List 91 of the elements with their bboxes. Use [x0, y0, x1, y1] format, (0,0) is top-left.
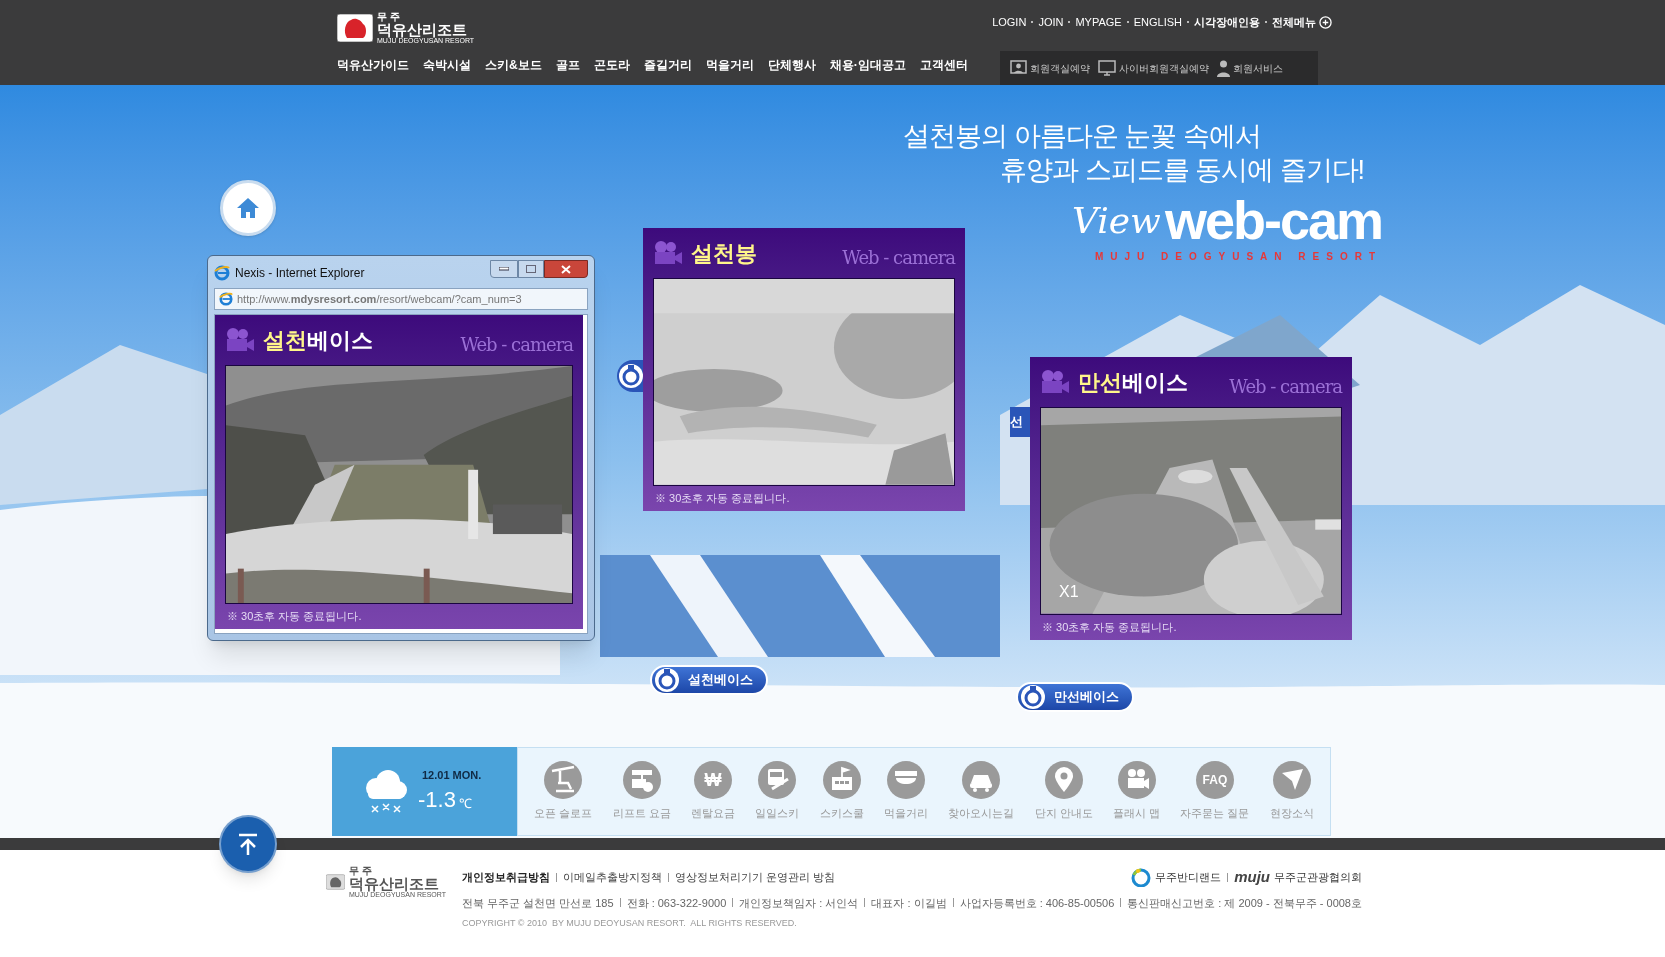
school-flag-icon — [822, 761, 861, 800]
map-pin-icon — [1044, 761, 1083, 800]
nav-item[interactable]: 고객센터 — [919, 56, 968, 74]
nav-item[interactable]: 곤도라 — [593, 56, 630, 74]
nav-item[interactable]: 단체행사 — [767, 56, 816, 74]
weather-date: 12.01 MON. — [422, 767, 482, 783]
headline: 설천봉의 아름다운 눈꽃 속에서 — [903, 120, 1262, 153]
policy-link[interactable]: 개인정보취급방침 — [462, 869, 550, 886]
browser-icon — [219, 292, 233, 306]
logo-small-text: 무 주 — [348, 866, 373, 876]
partner-link[interactable]: muju 무주군관광협의회 — [1234, 866, 1362, 889]
url-text: http://www.mdysresort.com/resort/webcam/?cam_num=3 — [237, 291, 522, 307]
monitor-icon — [1098, 60, 1116, 76]
top-link[interactable]: 시각장애인용 — [1194, 14, 1260, 31]
top-link[interactable]: JOIN — [1038, 14, 1064, 31]
logo-word: web-cam — [1164, 193, 1382, 247]
webcam-title: 만선베이스 — [1078, 368, 1188, 397]
video-camera-icon — [225, 327, 255, 353]
logo-script-text: View — [1071, 203, 1161, 239]
location-tab[interactable]: 선 — [1010, 407, 1030, 437]
person-screen-icon — [1010, 60, 1027, 76]
member-link[interactable]: 회원객실예약 — [1010, 60, 1090, 76]
movie-camera-icon — [1117, 761, 1156, 800]
nav-item[interactable]: 덕유산가이드 — [337, 56, 409, 74]
auto-close-notice: ※ 30초후 자동 종료됩니다. — [654, 490, 791, 506]
member-link[interactable]: 사이버회원객실예약 — [1098, 60, 1209, 76]
logo-name: 덕유산리조트 — [348, 876, 440, 891]
close-icon — [561, 264, 571, 274]
zoom-level-text: X1 — [1059, 581, 1079, 602]
browser-icon — [214, 265, 230, 281]
paper-plane-icon — [1272, 761, 1311, 800]
video-camera-icon — [653, 240, 683, 266]
logo-icon — [337, 14, 373, 42]
won-sign-icon: ₩ — [693, 761, 732, 800]
plus-circle-icon[interactable] — [1319, 15, 1332, 29]
nav-item[interactable]: 스키&보드 — [485, 56, 542, 74]
partner-link[interactable]: 무주반디랜드 — [1131, 867, 1222, 888]
window-title: Nexis - Internet Explorer — [235, 265, 365, 282]
logo-subtitle: MUJU DEOGYUSAN RESORT — [1095, 250, 1382, 264]
top-link[interactable]: MYPAGE — [1075, 14, 1122, 31]
maximize-button[interactable] — [518, 260, 544, 278]
faq-icon: FAQ — [1195, 761, 1234, 800]
minimize-button[interactable] — [490, 260, 518, 278]
nav-item[interactable]: 먹을거리 — [705, 56, 754, 74]
location-button[interactable]: 설천베이스 — [650, 665, 768, 695]
cable-car-icon — [622, 761, 661, 800]
bowl-icon — [886, 761, 925, 800]
headline: 휴양과 스피드를 동시에 즐기다! — [1000, 154, 1364, 187]
company-info: 전북 무주군 설천면 만선로 185 — [462, 895, 614, 911]
auto-close-notice: ※ 30초후 자동 종료됩니다. — [226, 609, 363, 625]
minimize-icon — [499, 267, 509, 271]
temperature-unit: ℃ — [458, 794, 472, 813]
logo-small-text: 무 주 — [377, 12, 401, 22]
firefly-logo-icon — [1131, 867, 1152, 888]
nav-item[interactable]: 숙박시설 — [423, 56, 471, 74]
top-link[interactable]: 전체메뉴 — [1272, 14, 1316, 31]
camera-lens-icon — [654, 667, 680, 693]
car-icon — [962, 761, 1001, 800]
webcam-brand: Web - camera — [842, 245, 955, 270]
scroll-top-button[interactable] — [219, 815, 277, 873]
webcam-brand: Web - camera — [1229, 374, 1342, 399]
auto-close-notice: ※ 30초후 자동 종료됩니다. — [1041, 619, 1178, 635]
person-icon — [1217, 59, 1230, 77]
maximize-icon — [526, 265, 536, 273]
arrow-up-icon — [237, 832, 259, 856]
temperature: -1.3 — [418, 786, 456, 815]
camera-lens-icon — [618, 363, 644, 389]
company-info: 사업자등록번호 : 406-85-00506 — [959, 895, 1115, 911]
webcam-title: 설천봉 — [691, 239, 757, 268]
company-info: 전화 : 063-322-9000 — [626, 895, 727, 911]
home-icon — [236, 197, 260, 219]
company-info: 대표자 : 이길범 — [871, 895, 947, 911]
video-camera-icon — [1040, 369, 1070, 395]
nav-item[interactable]: 채용·임대공고 — [829, 56, 906, 74]
copyright: COPYRIGHT © 2010 BY MUJU DEOYUSAN RESORT. ALL RIGHTS RESERVED. — [462, 917, 798, 930]
webcam-title: 설천베이스 — [263, 326, 373, 355]
location-button[interactable]: 만선베이스 — [1016, 682, 1134, 712]
chairlift-icon — [544, 761, 583, 800]
logo-name: 덕유산리조트 — [377, 22, 468, 37]
top-link[interactable]: ENGLISH — [1133, 14, 1182, 31]
top-link[interactable]: LOGIN — [992, 14, 1027, 31]
camera-lens-icon — [1020, 684, 1046, 710]
nav-item[interactable]: 즐길거리 — [643, 56, 692, 74]
webcam-brand: Web - camera — [460, 332, 573, 357]
policy-link[interactable]: 이메일추출방지정책 — [563, 869, 662, 886]
company-info: 통신판매신고번호 : 제 2009 - 전북무주 - 0008호 — [1127, 895, 1362, 911]
company-info: 개인정보책임자 : 서인석 — [739, 895, 859, 911]
nav-item[interactable]: 골프 — [555, 56, 580, 74]
policy-link[interactable]: 영상정보처리기기 운영관리 방침 — [675, 869, 836, 886]
close-button[interactable] — [544, 260, 588, 278]
member-link[interactable]: 회원서비스 — [1217, 59, 1283, 77]
